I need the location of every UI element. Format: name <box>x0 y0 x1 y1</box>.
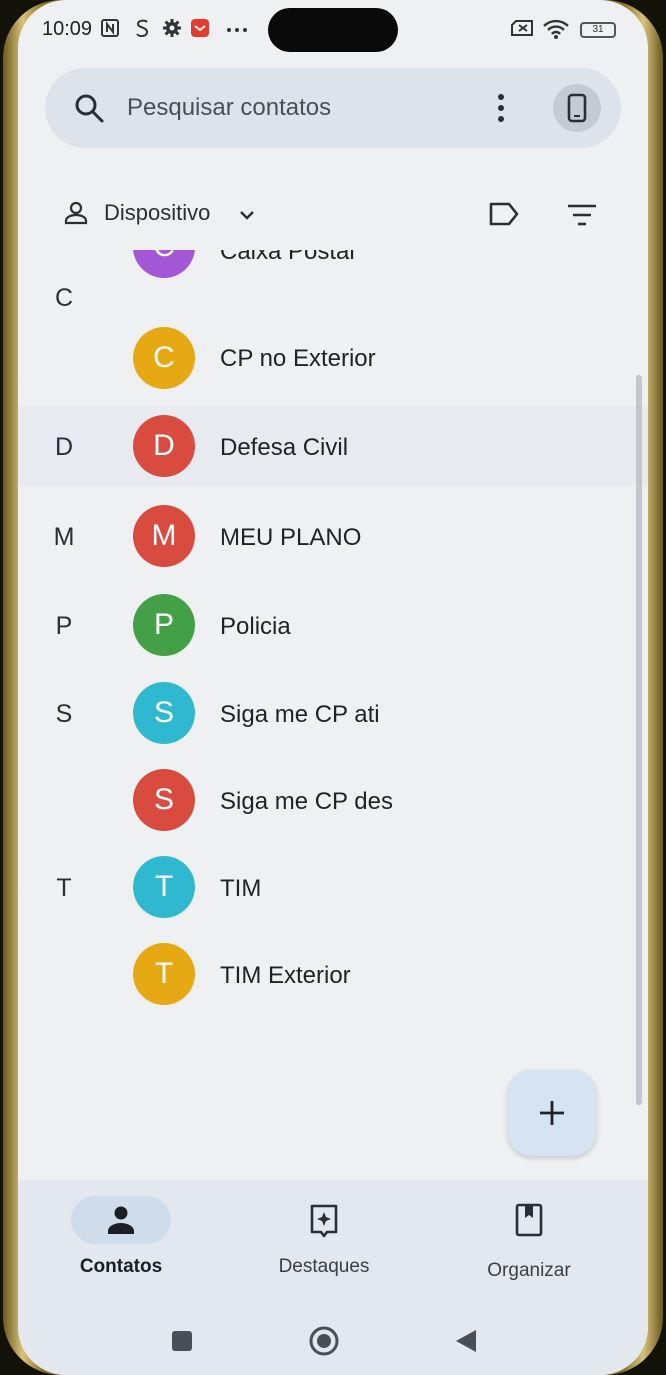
more-options-icon[interactable] <box>483 90 519 126</box>
avatar: T <box>133 943 195 1005</box>
chevron-down-icon[interactable] <box>236 204 258 226</box>
contact-row[interactable]: S S Siga me CP ati <box>18 673 648 753</box>
contact-row[interactable]: C Caixa Postal <box>18 250 648 310</box>
person-icon <box>108 1206 134 1234</box>
bottom-navigation: Contatos Destaques Organizar <box>18 1180 648 1295</box>
account-filter-label[interactable]: Dispositivo <box>104 200 210 226</box>
avatar: P <box>133 594 195 656</box>
contact-row[interactable]: T T TIM <box>18 847 648 927</box>
wifi-icon <box>542 18 570 45</box>
search-bar[interactable] <box>45 68 621 148</box>
search-icon[interactable] <box>71 90 107 126</box>
contact-row[interactable]: P P Policia <box>18 585 648 665</box>
contact-name: CP no Exterior <box>220 345 376 372</box>
phone-icon <box>567 93 587 123</box>
section-letter-t: T <box>56 874 72 902</box>
section-letter-m: M <box>53 523 75 551</box>
contact-name: Policia <box>220 613 291 640</box>
nav-label: Contatos <box>79 1256 163 1277</box>
nav-item-destaques[interactable]: Destaques <box>234 1180 414 1295</box>
nav-item-organizar[interactable]: Organizar <box>439 1180 619 1295</box>
contact-name: Siga me CP des <box>220 788 393 815</box>
settings-icon <box>162 18 182 43</box>
label-icon[interactable] <box>486 198 522 230</box>
contact-list[interactable]: C Caixa Postal C C CP no Exterior D D De… <box>18 250 648 1180</box>
back-button[interactable] <box>450 1325 482 1357</box>
sim-off-icon <box>510 18 536 43</box>
system-navigation-bar <box>18 1295 648 1375</box>
bookmark-icon <box>515 1203 543 1237</box>
contact-name: Defesa Civil <box>220 434 349 461</box>
contact-name: MEU PLANO <box>220 524 362 551</box>
person-outline-icon <box>64 201 88 225</box>
sort-filter-icon[interactable] <box>564 200 600 230</box>
contact-name: TIM Exterior <box>220 962 351 989</box>
contact-row[interactable]: T TIM Exterior <box>18 934 648 1014</box>
contact-name: TIM <box>220 875 262 902</box>
section-letter-s: S <box>55 700 73 728</box>
contact-name: Siga me CP ati <box>220 701 380 728</box>
search-input[interactable] <box>127 86 457 130</box>
avatar: C <box>133 327 195 389</box>
contact-row[interactable]: S Siga me CP des <box>18 760 648 840</box>
avatar: T <box>133 856 195 918</box>
contacts-screen: 10:09 31 Pesquisar contatos Dispositivo … <box>18 0 648 1375</box>
battery-level: 31 <box>592 24 604 35</box>
recents-button[interactable] <box>166 1325 198 1357</box>
plus-icon <box>540 1101 564 1125</box>
avatar: C <box>133 250 195 278</box>
section-letter-d: D <box>54 433 74 461</box>
avatar: S <box>133 769 195 831</box>
contact-name: Caixa Postal <box>220 250 355 265</box>
avatar: M <box>133 505 195 567</box>
nav-label: Destaques <box>278 1256 370 1277</box>
highlights-icon <box>310 1204 338 1238</box>
section-letter-c: C <box>54 284 74 312</box>
contact-row[interactable]: M M MEU PLANO <box>18 496 648 576</box>
filter-row: Dispositivo <box>18 186 648 242</box>
nav-label: Organizar <box>487 1260 571 1281</box>
section-letter-p: P <box>55 612 73 640</box>
home-button[interactable] <box>308 1325 340 1357</box>
avatar: D <box>133 415 195 477</box>
avatar: S <box>133 682 195 744</box>
add-contact-button[interactable] <box>508 1070 596 1156</box>
device-account-button[interactable] <box>553 84 601 132</box>
status-bar: 10:09 31 <box>18 0 648 60</box>
more-dots-icon <box>226 18 248 43</box>
contact-row[interactable]: C CP no Exterior <box>18 318 648 398</box>
battery-icon: 31 <box>580 22 616 38</box>
camera-notch <box>268 8 398 52</box>
nfc-icon <box>100 18 120 43</box>
status-time: 10:09 <box>42 18 93 40</box>
nav-item-contatos[interactable]: Contatos <box>31 1180 211 1295</box>
s-icon <box>134 18 150 43</box>
scrollbar[interactable] <box>636 375 642 1105</box>
contact-row[interactable]: D D Defesa Civil <box>18 406 648 486</box>
app-notification-icon <box>190 18 210 43</box>
